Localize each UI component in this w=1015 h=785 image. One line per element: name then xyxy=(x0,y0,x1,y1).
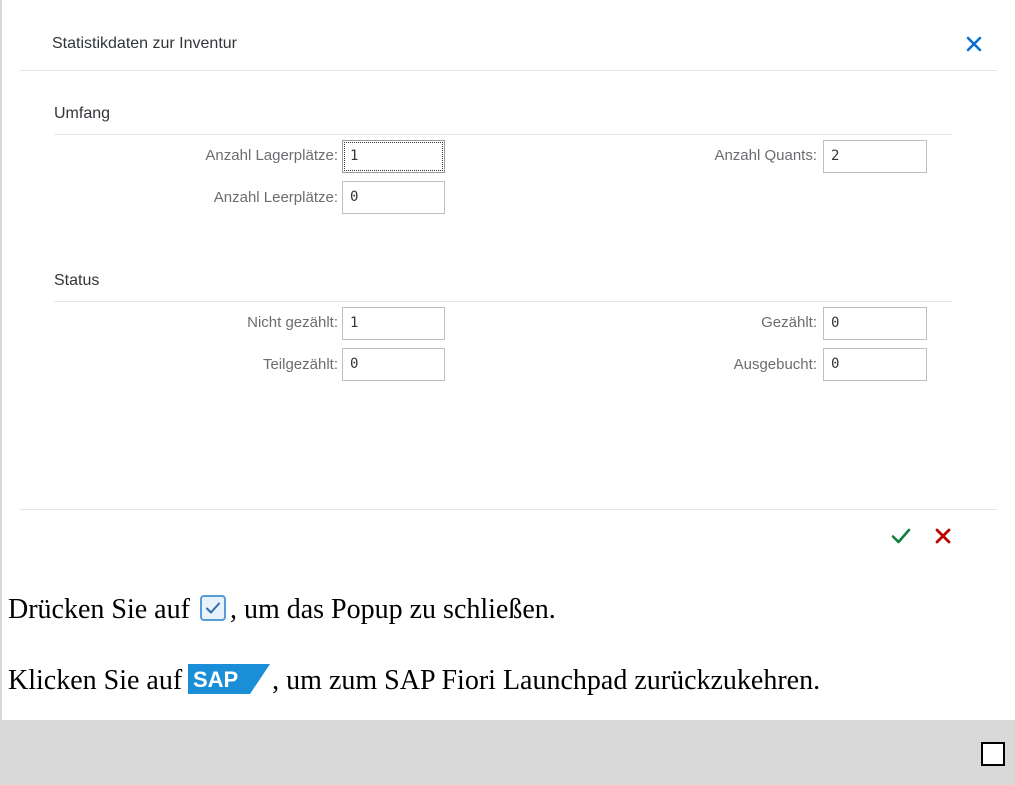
instruction-close-popup: Drücken Sie auf , um das Popup zu schließ… xyxy=(8,594,556,626)
instruction-2-text-before: Klicken Sie auf xyxy=(8,665,183,696)
section-title-umfang: Umfang xyxy=(54,105,111,122)
title-separator xyxy=(20,70,997,71)
label-anzahl-lagerplaetze: Anzahl Lagerplätze: xyxy=(205,147,338,164)
inline-checkbox-icon xyxy=(199,595,226,621)
umfang-separator xyxy=(54,134,952,135)
instruction-return-launchpad: Klicken Sie auf SAP , um zum SAP Fiori L… xyxy=(8,664,820,697)
dialog-title: Statistikdaten zur Inventur xyxy=(52,35,237,52)
sap-logo-icon: SAP xyxy=(188,664,271,694)
page-left-border xyxy=(0,0,2,785)
gezaehlt-field[interactable]: 0 xyxy=(823,307,927,340)
label-nicht-gezaehlt: Nicht gezählt: xyxy=(247,314,338,331)
close-icon[interactable] xyxy=(962,32,986,56)
section-title-status: Status xyxy=(54,272,100,289)
instruction-1-text-after: , um das Popup zu schließen. xyxy=(229,594,556,625)
label-anzahl-leerplaetze: Anzahl Leerplätze: xyxy=(213,189,338,206)
teilgezaehlt-field[interactable]: 0 xyxy=(342,348,445,381)
confirm-check-icon[interactable] xyxy=(889,524,913,548)
nicht-gezaehlt-field[interactable]: 1 xyxy=(342,307,445,340)
instruction-1-text-before: Drücken Sie auf xyxy=(8,594,190,625)
cancel-x-icon[interactable] xyxy=(931,524,955,548)
label-gezaehlt: Gezählt: xyxy=(761,314,817,331)
anzahl-leerplaetze-field[interactable]: 0 xyxy=(342,181,445,214)
ausgebucht-field[interactable]: 0 xyxy=(823,348,927,381)
sap-logo-text: SAP xyxy=(193,667,238,692)
bottom-bar xyxy=(0,720,1015,785)
status-separator xyxy=(54,301,952,302)
label-anzahl-quants: Anzahl Quants: xyxy=(714,147,817,164)
anzahl-quants-field[interactable]: 2 xyxy=(823,140,927,173)
footer-separator xyxy=(20,509,997,510)
label-teilgezaehlt: Teilgezählt: xyxy=(262,356,338,373)
bottom-checkbox[interactable] xyxy=(981,742,1005,766)
anzahl-lagerplaetze-field[interactable]: 1 xyxy=(342,140,445,173)
label-ausgebucht: Ausgebucht: xyxy=(733,356,817,373)
instruction-2-text-after: , um zum SAP Fiori Launchpad zurückzukeh… xyxy=(272,665,821,696)
statistics-dialog: Statistikdaten zur Inventur Umfang Anzah… xyxy=(20,0,997,558)
